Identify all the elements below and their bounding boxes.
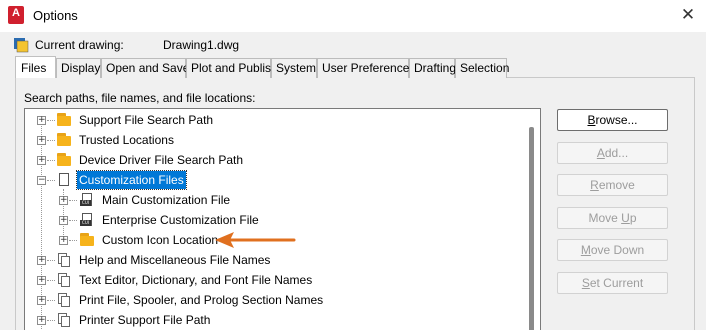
- tree-item-support-file-search-path[interactable]: + Support File Search Path: [25, 110, 525, 130]
- remove-button[interactable]: Remove: [557, 174, 668, 196]
- tree-item-label: Text Editor, Dictionary, and Font File N…: [79, 273, 313, 287]
- tab-display[interactable]: Display: [56, 58, 101, 78]
- current-drawing-label: Current drawing:: [35, 38, 124, 52]
- autocad-app-icon: A: [8, 6, 24, 24]
- set-current-button[interactable]: Set Current: [557, 272, 668, 294]
- tree-item-label: Main Customization File: [102, 193, 231, 207]
- title-bar: A Options ✕: [0, 0, 706, 32]
- cui-file-icon: CUI: [79, 192, 95, 208]
- browse-button[interactable]: Browse...: [557, 109, 668, 131]
- tree-connector: [69, 240, 77, 241]
- tree-item-label: Support File Search Path: [79, 113, 214, 127]
- tree-item-label: Printer Support File Path: [79, 313, 211, 327]
- move-up-button[interactable]: Move Up: [557, 207, 668, 229]
- folder-icon: [56, 152, 72, 168]
- tab-plot-and-publish[interactable]: Plot and Publish: [186, 58, 278, 78]
- tree-item-label: Device Driver File Search Path: [79, 153, 244, 167]
- expand-icon[interactable]: +: [37, 156, 46, 165]
- file-locations-tree[interactable]: + Support File Search Path + Trusted Loc…: [24, 108, 541, 330]
- tree-item-enterprise-customization-file[interactable]: + CUI Enterprise Customization File: [25, 210, 525, 230]
- tree-connector: [47, 120, 55, 121]
- expand-icon[interactable]: +: [37, 276, 46, 285]
- tree-item-main-customization-file[interactable]: + CUI Main Customization File: [25, 190, 525, 210]
- folder-icon: [79, 232, 95, 248]
- tree-item-label: Help and Miscellaneous File Names: [79, 253, 271, 267]
- tab-files[interactable]: Files: [15, 56, 56, 78]
- tree-item-help-misc-file-names[interactable]: + Help and Miscellaneous File Names: [25, 250, 525, 270]
- expand-icon[interactable]: +: [59, 236, 68, 245]
- tab-user-preferences[interactable]: User Preferences: [317, 58, 415, 78]
- tree-item-trusted-locations[interactable]: + Trusted Locations: [25, 130, 525, 150]
- page-icon: [56, 172, 72, 188]
- tree-item-label: Print File, Spooler, and Prolog Section …: [79, 293, 324, 307]
- expand-icon[interactable]: +: [59, 216, 68, 225]
- tree-connector: [69, 220, 77, 221]
- annotation-arrow-icon: [215, 232, 296, 248]
- tab-system[interactable]: System: [271, 58, 317, 78]
- tree-item-customization-files[interactable]: − Customization Files: [25, 170, 525, 190]
- tree-connector: [47, 180, 55, 181]
- tree-item-print-file-spooler-prolog[interactable]: + Print File, Spooler, and Prolog Sectio…: [25, 290, 525, 310]
- multipage-icon: [56, 312, 72, 328]
- tree-item-label: Trusted Locations: [79, 133, 174, 147]
- expand-icon[interactable]: +: [37, 136, 46, 145]
- tree-connector: [47, 260, 55, 261]
- collapse-icon[interactable]: −: [37, 176, 46, 185]
- tree-connector: [47, 280, 55, 281]
- search-paths-label: Search paths, file names, and file locat…: [24, 91, 256, 105]
- tree-connector: [47, 160, 55, 161]
- tree-connector: [47, 140, 55, 141]
- add-button[interactable]: Add...: [557, 142, 668, 164]
- tree-item-text-editor-dictionary-font[interactable]: + Text Editor, Dictionary, and Font File…: [25, 270, 525, 290]
- multipage-icon: [56, 272, 72, 288]
- window-title: Options: [33, 8, 78, 23]
- tree-item-label: Enterprise Customization File: [102, 213, 259, 227]
- expand-icon[interactable]: +: [37, 256, 46, 265]
- folder-icon: [56, 112, 72, 128]
- expand-icon[interactable]: +: [37, 296, 46, 305]
- cui-file-icon: CUI: [79, 212, 95, 228]
- tree-item-printer-support-file-path[interactable]: + Printer Support File Path: [25, 310, 525, 330]
- current-drawing-value: Drawing1.dwg: [163, 38, 240, 52]
- expand-icon[interactable]: +: [37, 316, 46, 325]
- multipage-icon: [56, 292, 72, 308]
- tree-connector: [47, 300, 55, 301]
- vertical-scrollbar[interactable]: [529, 127, 534, 330]
- tab-open-and-save[interactable]: Open and Save: [101, 58, 189, 78]
- expand-icon[interactable]: +: [59, 196, 68, 205]
- tab-selection[interactable]: Selection: [455, 58, 509, 78]
- folder-icon: [56, 132, 72, 148]
- close-icon[interactable]: ✕: [676, 4, 700, 26]
- tree-item-device-driver-path[interactable]: + Device Driver File Search Path: [25, 150, 525, 170]
- tree-item-label: Custom Icon Location: [102, 233, 219, 247]
- tree-connector: [69, 200, 77, 201]
- tab-drafting[interactable]: Drafting: [409, 58, 456, 78]
- drawing-icon: [14, 38, 29, 53]
- move-down-button[interactable]: Move Down: [557, 239, 668, 261]
- expand-icon[interactable]: +: [37, 116, 46, 125]
- tree-connector: [47, 320, 55, 321]
- tree-item-label: Customization Files: [76, 170, 187, 190]
- multipage-icon: [56, 252, 72, 268]
